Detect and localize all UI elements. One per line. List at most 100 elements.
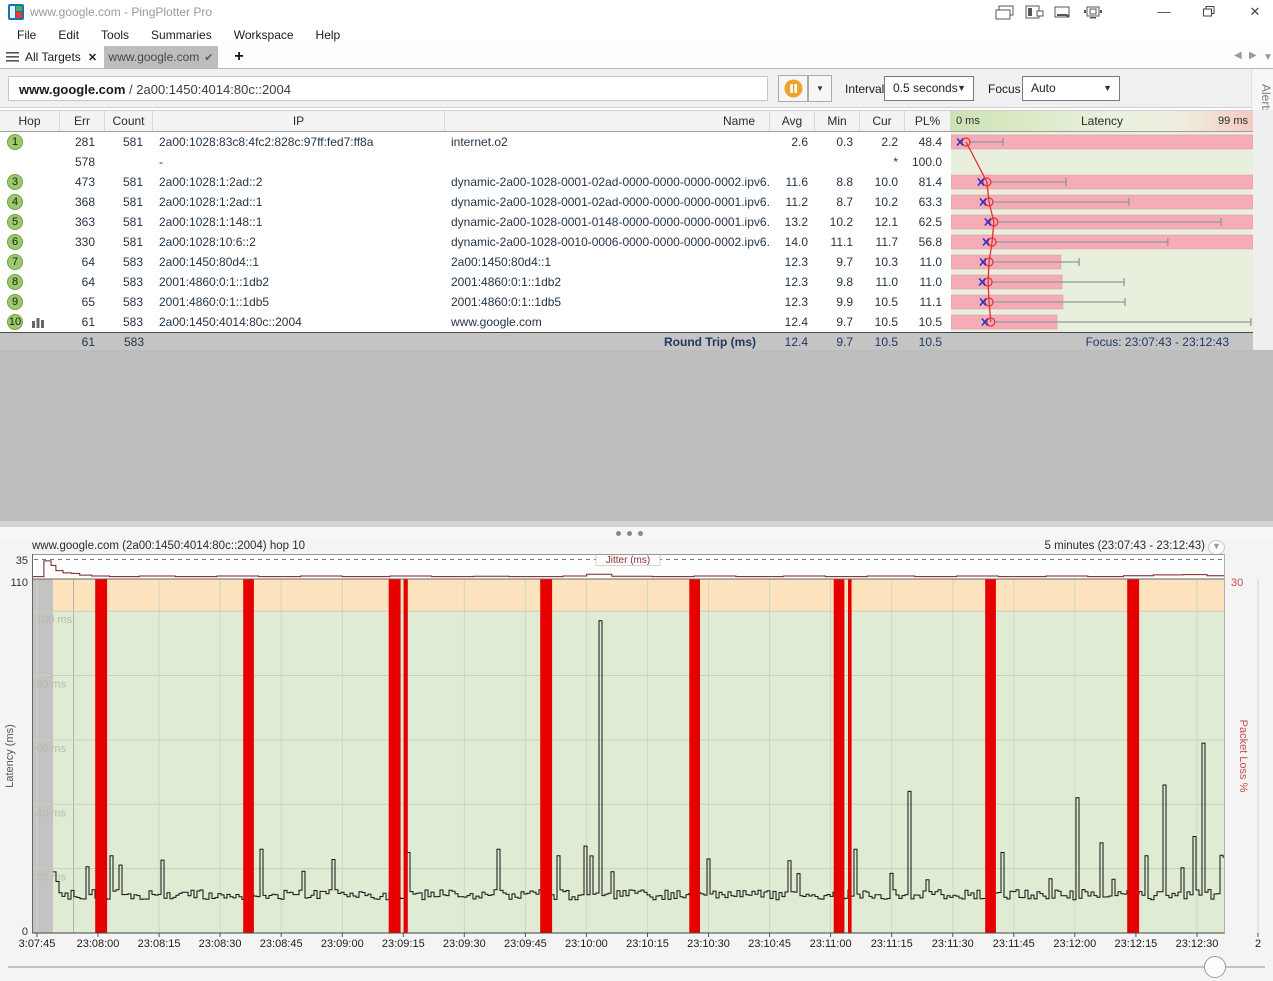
layout-cascade-icon[interactable] [995,5,1017,20]
hop-number-badge: 3 [7,174,23,190]
presentation-mode-icon[interactable] [1083,5,1105,20]
menu-item-summaries[interactable]: Summaries [140,24,223,46]
header-min[interactable]: Min [815,111,860,131]
target-separator: / [125,82,136,97]
menu-item-tools[interactable]: Tools [90,24,140,46]
min-cell: 9.9 [815,295,860,309]
close-button[interactable]: ✕ [1238,0,1272,24]
interval-select[interactable]: 0.5 seconds ▼ [884,76,974,101]
restore-button[interactable] [1192,0,1226,24]
timeline-scrollbar-thumb[interactable] [1204,956,1226,978]
header-name[interactable]: Name [445,111,770,131]
hop-cell: 1 [0,134,60,150]
header-ip[interactable]: IP [153,111,445,131]
range-dropdown-icon[interactable]: ▼ [1208,540,1225,555]
svg-text:23:11:30: 23:11:30 [932,938,974,950]
tab-bar: All Targets ✕ www.google.com ✔ + ◀ ▶ ▼ [0,46,1273,68]
new-target-button[interactable]: + [230,46,248,68]
header-avg[interactable]: Avg [770,111,815,131]
layout-bottom-panel-icon[interactable] [1053,5,1075,20]
pause-options-dropdown[interactable]: ▼ [808,75,832,102]
focus-select[interactable]: Auto ▼ [1022,76,1120,101]
svg-text:23:11:45: 23:11:45 [993,938,1035,950]
svg-text:23:10:30: 23:10:30 [687,938,730,950]
chevron-down-icon: ▼ [816,84,824,93]
header-pl[interactable]: PL% [905,111,951,131]
ip-cell: 2a00:1028:83c8:4fc2:828c:97ff:fed7:ff8a [153,135,445,149]
avg-cell: 11.2 [770,195,815,209]
hop-number-badge: 4 [7,194,23,210]
pl-cell: 100.0 [905,155,951,169]
svg-text:20 ms: 20 ms [36,872,66,884]
summary-pl: 10.5 [905,335,951,349]
splitter-dot [638,531,643,536]
summary-avg: 12.4 [770,335,815,349]
hop-latency-chart [951,132,1253,332]
ip-cell: 2a00:1028:1:148::1 [153,215,445,229]
close-tab-icon[interactable]: ✕ [88,51,97,64]
svg-text:23:08:45: 23:08:45 [260,938,303,950]
target-ip: 2a00:1450:4014:80c::2004 [136,82,291,97]
menu-item-workspace[interactable]: Workspace [223,24,305,46]
minimize-button[interactable]: — [1147,0,1181,24]
header-latency[interactable]: 0 ms Latency 99 ms [951,111,1253,131]
tab-all-targets[interactable]: All Targets ✕ [6,46,97,68]
scroll-tabs-left-icon[interactable]: ◀ [1234,50,1242,61]
hop-number-badge: 1 [7,134,23,150]
splitter-dot [627,531,632,536]
hop-number-badge: 5 [7,214,23,230]
header-hop[interactable]: Hop [0,111,60,131]
pl-cell: 63.3 [905,195,951,209]
scroll-tabs-right-icon[interactable]: ▶ [1249,50,1257,61]
err-cell: 61 [60,315,105,329]
tab-list-dropdown-icon[interactable]: ▼ [1263,52,1273,63]
svg-text:110: 110 [10,577,28,589]
svg-text:23:11:00: 23:11:00 [810,938,852,950]
svg-text:3:07:45: 3:07:45 [19,938,56,950]
check-icon: ✔ [204,51,213,64]
hop-cell: 9 [0,294,60,310]
avg-cell: 12.3 [770,255,815,269]
hop-number-badge: 10 [7,314,23,330]
pl-cell: 11.0 [905,275,951,289]
menu-item-help[interactable]: Help [305,24,352,46]
header-count[interactable]: Count [105,111,153,131]
svg-text:100 ms: 100 ms [36,614,73,626]
hop-number-badge: 7 [7,254,23,270]
hop-number-badge: 9 [7,294,23,310]
pl-cell: 81.4 [905,175,951,189]
svg-text:23:09:30: 23:09:30 [443,938,486,950]
hop-cell: 3 [0,174,60,190]
menu-item-edit[interactable]: Edit [47,24,90,46]
min-cell: 0.3 [815,135,860,149]
pause-button[interactable] [778,75,808,102]
target-address-input[interactable]: www.google.com / 2a00:1450:4014:80c::200… [8,76,768,101]
summary-min: 9.7 [815,335,860,349]
tab-www-google-com[interactable]: www.google.com ✔ [104,46,218,68]
svg-text:80 ms: 80 ms [36,679,66,691]
svg-text:23:09:00: 23:09:00 [321,938,364,950]
hop-number-badge: 6 [7,234,23,250]
cur-cell: 10.5 [860,315,905,329]
header-cur[interactable]: Cur [860,111,905,131]
layout-side-panel-icon[interactable] [1025,5,1047,20]
menu-item-file[interactable]: File [6,24,47,46]
hamburger-icon [6,52,19,62]
min-cell: 8.8 [815,175,860,189]
timeline-scrollbar-track[interactable] [8,966,1265,968]
summary-row: 61 583 Round Trip (ms) 12.4 9.7 10.5 10.… [0,332,1253,350]
svg-text:23:12:00: 23:12:00 [1053,938,1096,950]
latency-timeline-chart[interactable]: 3:07:4523:08:0023:08:1523:08:3023:08:452… [0,554,1273,952]
focus-range-label: Focus: 23:07:43 - 23:12:43 [1086,335,1229,349]
hop-number-badge: 8 [7,274,23,290]
svg-text:Packet Loss %: Packet Loss % [1237,720,1249,793]
splitter-handle[interactable] [0,527,1273,539]
summary-label: Round Trip (ms) [445,335,770,349]
timeline-title: www.google.com (2a00:1450:4014:80c::2004… [32,540,305,552]
min-cell: 9.7 [815,255,860,269]
avg-cell: 11.6 [770,175,815,189]
min-cell: 10.2 [815,215,860,229]
err-cell: 363 [60,215,105,229]
min-cell: 11.1 [815,235,860,249]
header-err[interactable]: Err [60,111,105,131]
